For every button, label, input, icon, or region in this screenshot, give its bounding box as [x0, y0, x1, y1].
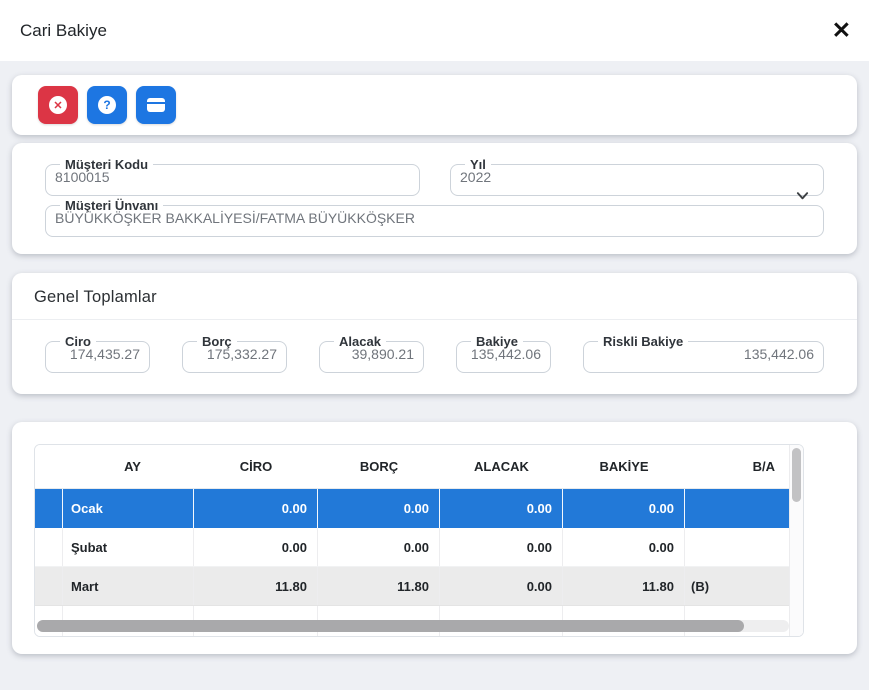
vertical-scrollbar-thumb[interactable] [792, 448, 801, 502]
selector-column-header [35, 445, 63, 488]
close-icon[interactable]: ✕ [832, 19, 851, 42]
grid-header-row: AY CİRO BORÇ ALACAK BAKİYE B/A [35, 445, 803, 489]
total-riskli-bakiye-label: Riskli Bakiye [603, 334, 684, 349]
table-row-subat[interactable]: Şubat 0.00 0.00 0.00 0.00 [35, 528, 803, 567]
window-icon [147, 98, 165, 112]
year-select[interactable]: Yıl 2022 [450, 158, 824, 200]
question-circle-icon: ? [98, 96, 116, 114]
table-row-mart[interactable]: Mart 11.80 11.80 0.00 11.80 (B) [35, 567, 803, 606]
total-riskli-bakiye-field: Riskli Bakiye 135,442.06 [583, 335, 824, 373]
cell-ba [685, 489, 791, 528]
cell-borc: 11.80 [318, 567, 440, 605]
vertical-scrollbar[interactable] [789, 445, 803, 636]
cell-month: Mart [63, 567, 194, 605]
cell-alacak: 0.00 [440, 567, 563, 605]
monthly-balance-grid: AY CİRO BORÇ ALACAK BAKİYE B/A Ocak 0.00… [34, 444, 804, 637]
x-circle-icon: ✕ [49, 96, 67, 114]
cell-alacak: 0.00 [440, 528, 563, 566]
cell-ba [685, 528, 791, 566]
chevron-down-icon [795, 188, 810, 208]
cell-alacak: 0.00 [440, 489, 563, 528]
column-header-ba[interactable]: B/A [685, 445, 791, 488]
cell-ciro: 11.80 [194, 567, 318, 605]
cell-borc: 0.00 [318, 489, 440, 528]
total-bakiye-value: 135,442.06 [470, 346, 541, 362]
cell-bakiye: 0.00 [563, 489, 685, 528]
row-selector-cell [35, 528, 63, 566]
cell-borc: 0.00 [318, 528, 440, 566]
cell-ciro: 0.00 [194, 489, 318, 528]
customer-form: Müşteri Kodu 8100015 Yıl 2022 Müşteri Ün… [12, 143, 857, 254]
cell-ba: (B) [691, 578, 710, 594]
column-header-ciro[interactable]: CİRO [194, 445, 318, 488]
cell-month: Ocak [63, 489, 194, 528]
horizontal-scrollbar[interactable] [37, 620, 789, 632]
modal-content: ✕ ? Müşteri Kodu 8100015 Yıl 2022 Müşter… [0, 61, 869, 654]
column-header-borc[interactable]: BORÇ [318, 445, 440, 488]
year-value[interactable]: 2022 [460, 169, 814, 185]
customer-code-field[interactable]: Müşteri Kodu 8100015 [45, 158, 420, 196]
modal-header: Cari Bakiye ✕ [0, 0, 869, 61]
table-row-ocak[interactable]: Ocak 0.00 0.00 0.00 0.00 [35, 489, 803, 528]
row-selector-cell [35, 489, 63, 528]
column-header-alacak[interactable]: ALACAK [440, 445, 563, 488]
totals-title: Genel Toplamlar [12, 273, 857, 320]
customer-title-value[interactable]: BÜYÜKKÖŞKER BAKKALİYESİ/FATMA BÜYÜKKÖŞKE… [55, 210, 814, 226]
toolbar: ✕ ? [12, 75, 857, 135]
customer-title-field[interactable]: Müşteri Ünvanı BÜYÜKKÖŞKER BAKKALİYESİ/F… [45, 199, 824, 237]
help-button[interactable]: ? [87, 86, 127, 124]
cell-month: Şubat [63, 528, 194, 566]
window-button[interactable] [136, 86, 176, 124]
total-ciro-field: Ciro 174,435.27 [45, 335, 150, 373]
totals-section: Genel Toplamlar Ciro 174,435.27 Borç 175… [12, 273, 857, 394]
cell-bakiye: 0.00 [563, 528, 685, 566]
horizontal-scrollbar-thumb[interactable] [37, 620, 744, 632]
cell-ciro: 0.00 [194, 528, 318, 566]
customer-code-value[interactable]: 8100015 [55, 169, 410, 185]
total-bakiye-field: Bakiye 135,442.06 [456, 335, 551, 373]
total-borc-field: Borç 175,332.27 [182, 335, 287, 373]
cancel-button[interactable]: ✕ [38, 86, 78, 124]
cell-bakiye: 11.80 [563, 567, 685, 605]
column-header-ay[interactable]: AY [63, 445, 194, 488]
column-header-bakiye[interactable]: BAKİYE [563, 445, 685, 488]
total-alacak-field: Alacak 39,890.21 [319, 335, 424, 373]
monthly-balance-section: AY CİRO BORÇ ALACAK BAKİYE B/A Ocak 0.00… [12, 422, 857, 654]
row-selector-cell [35, 567, 63, 605]
page-title: Cari Bakiye [20, 20, 107, 40]
